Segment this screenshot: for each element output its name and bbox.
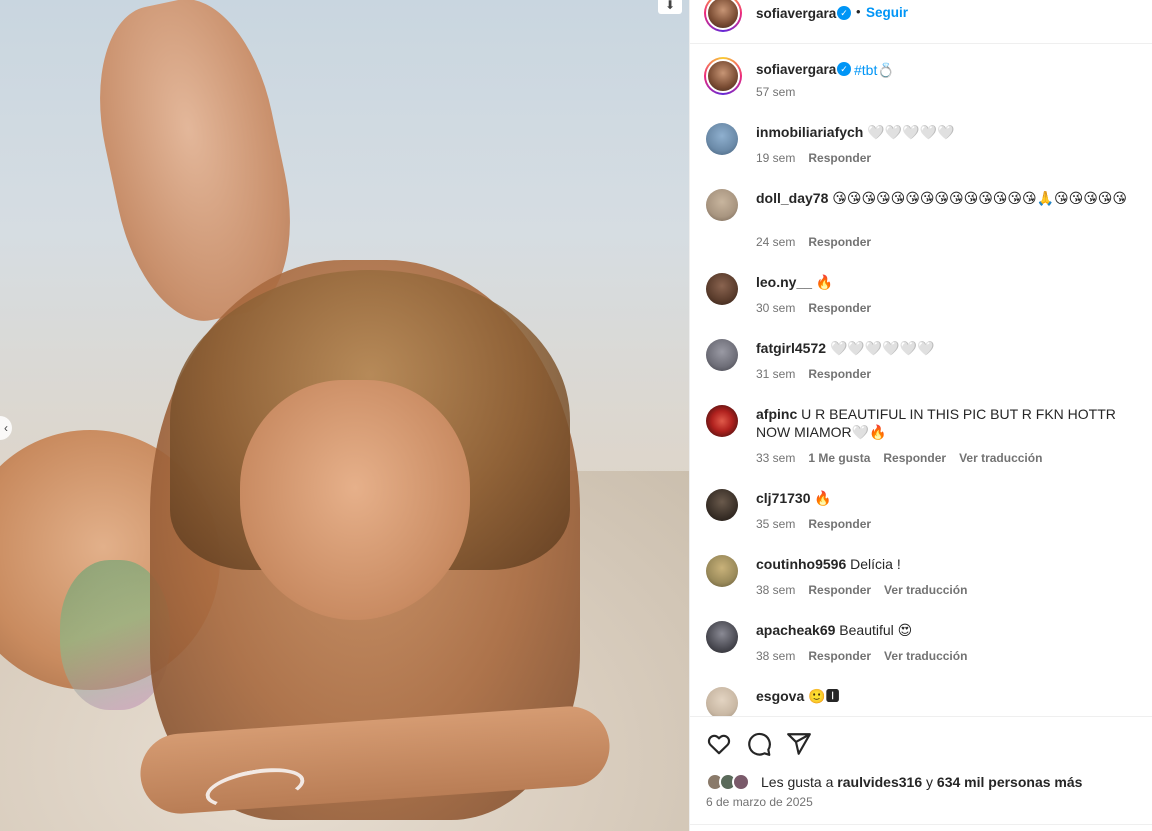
comment-username[interactable]: esgova xyxy=(756,688,804,704)
comment-meta: 19 sem Responder xyxy=(756,151,884,165)
comment-text: afpinc U R BEAUTIFUL IN THIS PIC BUT R F… xyxy=(756,405,1136,441)
translate-button[interactable]: Ver traducción xyxy=(884,583,967,597)
translate-button[interactable]: Ver traducción xyxy=(959,451,1042,465)
comment-time[interactable]: 19 sem xyxy=(756,151,795,165)
comment-body: 🔥 xyxy=(815,274,834,290)
likes-prefix: Les gusta a xyxy=(761,774,838,790)
comment-text: coutinho9596 Delícia ! xyxy=(756,555,1136,573)
comment-avatar[interactable] xyxy=(706,273,738,305)
comment-time[interactable]: 33 sem xyxy=(756,451,795,465)
likes-text: Les gusta a raulvides316 y 634 mil perso… xyxy=(761,774,1082,790)
reply-button[interactable]: Responder xyxy=(808,517,871,531)
share-icon[interactable] xyxy=(786,731,812,757)
reply-button[interactable]: Responder xyxy=(808,151,871,165)
comment-meta: 33 sem 1 Me gusta Responder Ver traducción xyxy=(756,451,1055,465)
comment-meta: 38 sem Responder Ver traducción xyxy=(756,583,980,597)
comment-avatar[interactable] xyxy=(706,489,738,521)
caption-emoji: 💍 xyxy=(877,62,895,78)
caption-time[interactable]: 57 sem xyxy=(756,85,795,99)
comment-text: doll_day78 😘😘😘😘😘😘😘😘😘😘😘😘😘😘🙏😘😘😘😘😘 xyxy=(756,189,1136,207)
post-date[interactable]: 6 de marzo de 2025 xyxy=(706,795,813,809)
comment-text: clj71730 🔥 xyxy=(756,489,1136,507)
comment-text: leo.ny__ 🔥 xyxy=(756,273,1136,291)
caption-verified-badge-icon: ✓ xyxy=(837,62,851,76)
post-side-panel: sofiavergara ✓ • Seguir sofiavergara ✓ #… xyxy=(689,0,1152,831)
liker-avatar xyxy=(732,773,750,791)
header-separator: • xyxy=(856,4,861,19)
post-actions: Les gusta a raulvides316 y 634 mil perso… xyxy=(690,716,1152,831)
reply-button[interactable]: Responder xyxy=(808,367,871,381)
caption-avatar[interactable] xyxy=(704,57,742,95)
translate-button[interactable]: Ver traducción xyxy=(884,649,967,663)
reply-button[interactable]: Responder xyxy=(808,301,871,315)
comment-time[interactable]: 30 sem xyxy=(756,301,795,315)
divider xyxy=(690,824,1152,825)
comment-username[interactable]: leo.ny__ xyxy=(756,274,812,290)
comment-avatar[interactable] xyxy=(706,405,738,437)
caption-hashtag-link[interactable]: #tbt xyxy=(854,62,877,78)
caption-username[interactable]: sofiavergara xyxy=(756,62,836,77)
comment-time[interactable]: 38 sem xyxy=(756,649,795,663)
comments-list[interactable]: inmobiliariafych 🤍🤍🤍🤍🤍 19 sem Responder d… xyxy=(690,118,1152,716)
comment-likes-count[interactable]: 1 Me gusta xyxy=(808,451,870,465)
comment-time[interactable]: 31 sem xyxy=(756,367,795,381)
comment-avatar[interactable] xyxy=(706,189,738,221)
comment-avatar[interactable] xyxy=(706,687,738,716)
reply-button[interactable]: Responder xyxy=(808,583,871,597)
comment-body: 🤍🤍🤍🤍🤍 xyxy=(867,124,955,140)
comment-body: 🤍🤍🤍🤍🤍🤍 xyxy=(829,340,935,356)
comment-body: Delícia ! xyxy=(850,556,901,572)
comment-text: esgova 🙂🅸 xyxy=(756,687,1136,705)
author-avatar[interactable] xyxy=(704,0,742,32)
comment-body: 🔥 xyxy=(814,490,832,506)
comment-text: inmobiliariafych 🤍🤍🤍🤍🤍 xyxy=(756,123,1136,141)
comment-text: apacheak69 Beautiful 😍 xyxy=(756,621,1136,639)
comment-username[interactable]: fatgirl4572 xyxy=(756,340,826,356)
reply-button[interactable]: Responder xyxy=(808,649,871,663)
comment-meta: 35 sem Responder xyxy=(756,517,884,531)
comment-username[interactable]: inmobiliariafych xyxy=(756,124,863,140)
media-options-icon[interactable]: ⬇ xyxy=(658,0,682,14)
comment-body: 🙂🅸 xyxy=(808,688,840,704)
follow-button[interactable]: Seguir xyxy=(866,5,908,20)
comment-time[interactable]: 38 sem xyxy=(756,583,795,597)
comment-body: U R BEAUTIFUL IN THIS PIC BUT R FKN HOTT… xyxy=(756,406,1116,440)
comment-username[interactable]: afpinc xyxy=(756,406,797,422)
comment-time[interactable]: 35 sem xyxy=(756,517,795,531)
comment-meta: 24 sem Responder xyxy=(756,235,884,249)
comment-avatar[interactable] xyxy=(706,555,738,587)
comment-avatar[interactable] xyxy=(706,339,738,371)
likes-count[interactable]: 634 mil personas más xyxy=(937,774,1083,790)
comment-username[interactable]: doll_day78 xyxy=(756,190,828,206)
reply-button[interactable]: Responder xyxy=(883,451,946,465)
comment-avatar[interactable] xyxy=(706,123,738,155)
post-caption: sofiavergara ✓ #tbt💍 57 sem xyxy=(690,55,1152,105)
author-username[interactable]: sofiavergara xyxy=(756,6,836,21)
likes-middle: y xyxy=(922,774,937,790)
reply-button[interactable]: Responder xyxy=(808,235,871,249)
previous-arrow-icon[interactable]: ‹ xyxy=(0,416,12,440)
comment-text: fatgirl4572 🤍🤍🤍🤍🤍🤍 xyxy=(756,339,1136,357)
post-header: sofiavergara ✓ • Seguir xyxy=(690,0,1152,44)
caption-text: #tbt💍 xyxy=(854,62,895,79)
comment-meta: 30 sem Responder xyxy=(756,301,884,315)
comment-body: 😘😘😘😘😘😘😘😘😘😘😘😘😘😘🙏😘😘😘😘😘 xyxy=(832,190,1127,206)
heart-icon[interactable] xyxy=(706,731,732,757)
media-face xyxy=(240,380,470,620)
post-media[interactable]: ⬇ ‹ xyxy=(0,0,689,831)
comment-time[interactable]: 24 sem xyxy=(756,235,795,249)
comment-icon[interactable] xyxy=(746,731,772,757)
comment-body: Beautiful 😍 xyxy=(839,622,913,638)
comment-username[interactable]: coutinho9596 xyxy=(756,556,846,572)
comment-username[interactable]: clj71730 xyxy=(756,490,811,506)
comment-avatar[interactable] xyxy=(706,621,738,653)
comment-username[interactable]: apacheak69 xyxy=(756,622,835,638)
comment-meta: 31 sem Responder xyxy=(756,367,884,381)
verified-badge-icon: ✓ xyxy=(837,6,851,20)
comment-meta: 38 sem Responder Ver traducción xyxy=(756,649,980,663)
liker-username[interactable]: raulvides316 xyxy=(837,774,922,790)
